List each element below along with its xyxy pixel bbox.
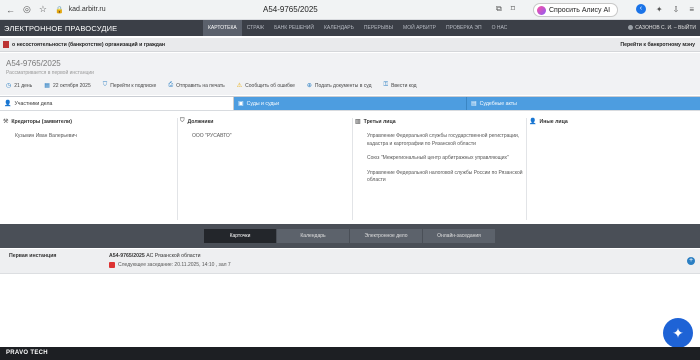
key-icon: ⚿ <box>383 82 389 88</box>
nav-my-arbitr[interactable]: МОЙ АРБИТР <box>398 20 441 36</box>
parties-panel: ⚒ Кредиторы (заявители) Кузьмин Иван Вале… <box>0 110 700 224</box>
expand-icon[interactable]: + <box>687 257 695 265</box>
yandex-icon[interactable]: ◎ <box>23 4 31 15</box>
third-parties-title: Третьи лица <box>363 118 396 125</box>
extensions-icon[interactable]: ✦ <box>656 5 663 14</box>
instance-court: АС Рязанской области <box>146 253 201 259</box>
site-header: ЭЛЕКТРОННОЕ ПРАВОСУДИЕ КАРТОТЕКА СТРАЖ Б… <box>0 20 700 36</box>
address-bar[interactable]: 🔒 kad.arbitr.ru <box>55 3 245 17</box>
debtors-title: Должники <box>187 118 214 125</box>
category-band: о несостоятельности (банкротстве) органи… <box>0 38 700 52</box>
case-date: ▦ 22 октября 2025 <box>44 82 91 90</box>
copy-icon[interactable]: ⧉ <box>496 4 502 14</box>
person-icon: 👤 <box>4 101 12 107</box>
view-switcher-band: Карточки Календарь Электронное дело Онла… <box>0 224 700 248</box>
creditors-icon: ⚒ <box>3 119 9 125</box>
star-icon[interactable]: ☆ <box>39 4 47 15</box>
bankruptcy-link[interactable]: Перейти к банкротному мэну <box>620 42 695 48</box>
tab-acts[interactable]: ▤ Судебные акты <box>467 97 700 110</box>
url-text: kad.arbitr.ru <box>68 6 106 13</box>
menu-icon[interactable]: ≡ <box>689 5 694 14</box>
main-nav: КАРТОТЕКА СТРАЖ БАНК РЕШЕНИЙ КАЛЕНДАРЬ П… <box>203 20 512 36</box>
debtors-column: ⛉ Должники ООО "РУСАВТО" <box>177 118 349 220</box>
category-icon <box>3 41 9 48</box>
user-menu[interactable]: САЗОНОВ С. И. – ВЫЙТИ <box>628 20 696 36</box>
bookmark-icon[interactable]: ⌑ <box>511 4 515 14</box>
nav-strazh[interactable]: СТРАЖ <box>242 20 269 36</box>
other-parties-title: Иные лица <box>539 118 568 125</box>
user-name: САЗОНОВ С. И. – ВЫЙТИ <box>635 25 696 31</box>
upload-icon: ⊕ <box>306 83 312 89</box>
browser-toolbar: ← ◎ ☆ 🔒 kad.arbitr.ru А54-9765/2025 ⧉ ⌑ … <box>0 0 700 20</box>
alice-label: Спросить Алису AI <box>549 6 611 14</box>
nav-kartoteka[interactable]: КАРТОТЕКА <box>203 20 242 36</box>
view-tab-e-case[interactable]: Электронное дело <box>350 229 423 243</box>
next-hearing: Следующее заседание: 20.11.2025, 14:10 ,… <box>109 262 231 268</box>
nav-ep-check[interactable]: ПРОВЕРКА ЭП <box>441 20 487 36</box>
nav-breaks[interactable]: ПЕРЕРЫВЫ <box>359 20 398 36</box>
view-tab-calendar[interactable]: Календарь <box>277 229 350 243</box>
case-header: А54-9765/2025 Рассматривается в первой и… <box>0 53 700 95</box>
instance-label: Первая инстанция <box>9 253 57 259</box>
subscribe-button[interactable]: ⛉ Перейти к подписке <box>103 82 157 89</box>
tab-courts[interactable]: ▣ Суды и судьи <box>234 97 467 110</box>
alice-button[interactable]: Спросить Алису AI <box>533 3 619 17</box>
other-parties-icon: 👤 <box>529 119 537 125</box>
tab-participants[interactable]: 👤 Участники дела <box>0 97 234 110</box>
case-number: А54-9765/2025 <box>6 59 61 68</box>
calendar-icon: ▦ <box>44 83 50 89</box>
nav-calendar[interactable]: КАЛЕНДАРЬ <box>319 20 359 36</box>
case-tabs: 👤 Участники дела ▣ Суды и судьи ▤ Судебные … <box>0 96 700 110</box>
clock-icon: ◷ <box>6 83 12 89</box>
submit-documents-button[interactable]: ⊕ Подать документы в суд <box>306 82 372 90</box>
category-title: о несостоятельности (банкротстве) органи… <box>12 41 165 48</box>
view-tab-cards[interactable]: Карточки <box>204 229 277 243</box>
case-instance: Рассматривается в первой инстанции <box>6 70 94 76</box>
document-icon: ▤ <box>471 101 477 107</box>
debtor-item[interactable]: ООО "РУСАВТО" <box>180 133 349 141</box>
third-parties-icon: ▥ <box>355 119 361 125</box>
print-button[interactable]: ⎙ Отправить на печать <box>168 82 224 89</box>
emblem-icon[interactable]: ✦ <box>663 318 693 348</box>
creditor-item[interactable]: Кузьмин Иван Валерьевич <box>3 133 175 141</box>
instance-row[interactable]: Первая инстанция А54-9765/2025 АС Рязанс… <box>0 249 700 274</box>
third-parties-column: ▥ Третьи лица Управление Федеральной служ… <box>352 118 524 220</box>
enter-code-button[interactable]: ⚿ Ввести код <box>384 82 417 89</box>
user-icon <box>628 25 634 31</box>
shield-icon: ⛉ <box>102 82 108 88</box>
footer: PRAVO TECH <box>0 347 700 360</box>
view-tab-online[interactable]: Онлайн-заседания <box>423 229 496 243</box>
view-switcher: Карточки Календарь Электронное дело Онла… <box>204 229 496 243</box>
page-tab-title: А54-9765/2025 <box>263 5 318 14</box>
third-party-item[interactable]: Союз "Межрегиональный центр арбитражных … <box>355 155 524 163</box>
days-counter: ◷ 21 день <box>6 82 33 90</box>
other-parties-column: 👤 Иные лица <box>526 118 698 220</box>
creditors-title: Кредиторы (заявители) <box>11 118 72 125</box>
calendar-icon <box>109 262 115 268</box>
report-error-button[interactable]: ⚠ Сообщить об ошибке <box>236 82 295 90</box>
back-icon[interactable]: ← <box>6 5 15 15</box>
creditors-column: ⚒ Кредиторы (заявители) Кузьмин Иван Вале… <box>3 118 175 220</box>
alice-icon <box>537 5 546 15</box>
footer-brand: PRAVO TECH <box>6 350 48 356</box>
print-icon: ⎙ <box>168 82 174 88</box>
nav-bank[interactable]: БАНК РЕШЕНИЙ <box>269 20 319 36</box>
instance-case: А54-9765/2025 АС Рязанской области <box>109 253 201 259</box>
warning-icon: ⚠ <box>236 83 243 89</box>
site-logo[interactable]: ЭЛЕКТРОННОЕ ПРАВОСУДИЕ <box>0 24 200 33</box>
lock-icon: 🔒 <box>54 6 64 14</box>
case-actions: ◷ 21 день ▦ 22 октября 2025 ⛉ Перейти к под… <box>6 82 417 89</box>
third-party-item[interactable]: Управление Федеральной налоговой службы … <box>355 170 524 185</box>
third-party-item[interactable]: Управление Федеральной службы государств… <box>355 133 524 148</box>
instance-case-number[interactable]: А54-9765/2025 <box>109 253 145 259</box>
sync-icon[interactable]: ‹ <box>635 4 646 14</box>
court-icon: ▣ <box>238 101 244 107</box>
downloads-icon[interactable]: ⇩ <box>673 5 680 14</box>
nav-about[interactable]: О НАС <box>487 20 513 36</box>
debtors-icon: ⛉ <box>180 118 185 124</box>
